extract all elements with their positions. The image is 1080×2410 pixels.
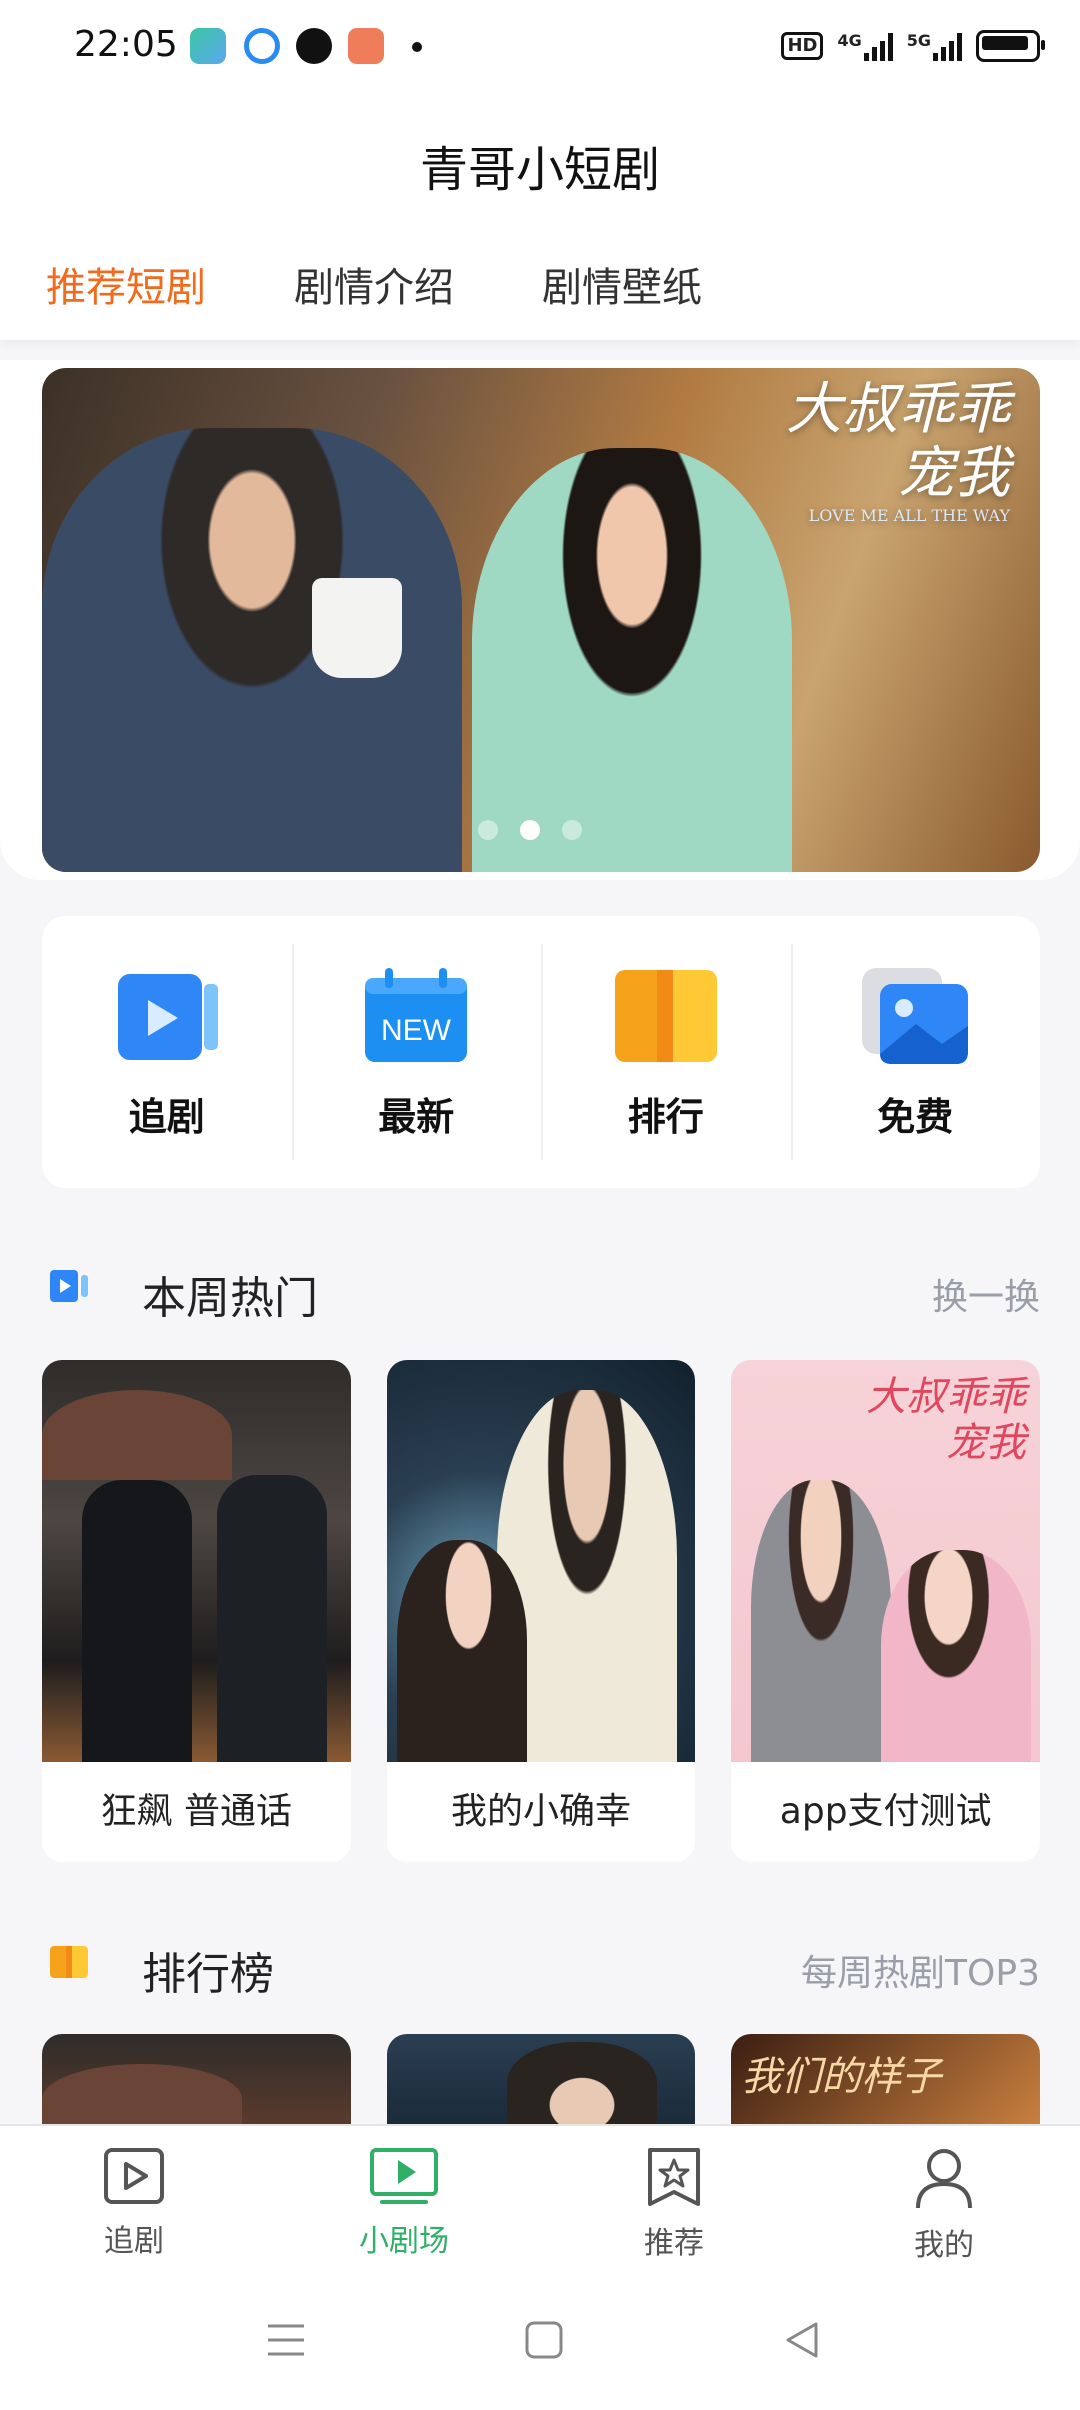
banner-person-image bbox=[472, 448, 792, 872]
quick-action-label: 最新 bbox=[378, 1095, 455, 1139]
tab-recommended[interactable]: 推荐短剧 bbox=[46, 255, 206, 313]
ranking-icon bbox=[614, 970, 717, 1062]
nav-label: 小剧场 bbox=[359, 2224, 449, 2259]
nav-label: 推荐 bbox=[644, 2226, 704, 2261]
wechat-icon bbox=[296, 28, 332, 64]
system-navigation-bar bbox=[0, 2310, 1080, 2370]
quick-action-free[interactable]: 免费 bbox=[790, 916, 1041, 1188]
quick-action-latest[interactable]: NEW 最新 bbox=[291, 916, 542, 1188]
tv-icon bbox=[370, 2148, 438, 2204]
signal-4g-icon: 4G bbox=[837, 31, 893, 61]
poster-title-line1: 大叔乖乖 bbox=[866, 1374, 1027, 1420]
person-image bbox=[751, 1480, 892, 1762]
banner-title: 大叔乖乖 宠我 LOVE ME ALL THE WAY bbox=[786, 378, 1010, 526]
drama-title: 我的小确幸 bbox=[451, 1791, 632, 1832]
nav-label: 我的 bbox=[914, 2228, 974, 2263]
drama-poster bbox=[386, 1360, 696, 1762]
person-image bbox=[881, 1550, 1032, 1762]
ranking-section-title: 排行榜 bbox=[142, 1949, 274, 2000]
back-icon[interactable] bbox=[782, 2320, 822, 2360]
ranking-section-icon bbox=[50, 1946, 88, 1978]
nav-recommend[interactable]: 推荐 bbox=[574, 2146, 774, 2262]
menu-icon[interactable] bbox=[266, 2320, 306, 2360]
poster-title-art: 我们的样子 bbox=[741, 2054, 942, 2100]
tab-wallpaper[interactable]: 剧情壁纸 bbox=[542, 255, 702, 313]
carousel-dot[interactable] bbox=[562, 820, 582, 840]
ranking-poster bbox=[386, 2034, 696, 2126]
person-image bbox=[217, 1475, 327, 1762]
drama-card[interactable]: 狂飙 普通话 bbox=[42, 1360, 351, 1862]
ranking-section-header: 排行榜 每周热剧TOP3 bbox=[42, 1922, 1040, 2002]
home-icon[interactable] bbox=[524, 2320, 564, 2360]
hot-section-header: 本周热门 换一换 bbox=[42, 1246, 1040, 1326]
person-image bbox=[506, 2042, 657, 2126]
drama-title: app支付测试 bbox=[779, 1791, 992, 1832]
carousel-dot-active[interactable] bbox=[520, 820, 540, 840]
signal-5g-icon: 5G bbox=[907, 31, 962, 61]
quick-action-follow[interactable]: 追剧 bbox=[42, 916, 292, 1188]
quick-actions: 追剧 NEW 最新 排行 免费 bbox=[42, 916, 1040, 1188]
quick-action-label: 追剧 bbox=[128, 1095, 205, 1139]
nav-label: 追剧 bbox=[104, 2224, 164, 2259]
tab-plot-intro[interactable]: 剧情介绍 bbox=[294, 255, 454, 313]
ranking-card[interactable] bbox=[42, 2034, 351, 2126]
status-time: 22:05 bbox=[74, 24, 178, 65]
browser-notification-icon bbox=[244, 28, 280, 64]
banner-cup-image bbox=[312, 578, 402, 678]
new-calendar-icon: NEW bbox=[365, 968, 468, 1062]
nav-theater[interactable]: 小剧场 bbox=[304, 2146, 504, 2260]
nav-profile[interactable]: 我的 bbox=[844, 2146, 1044, 2264]
person-image bbox=[396, 1540, 527, 1762]
ranking-card[interactable]: 我们的样子 bbox=[731, 2034, 1040, 2126]
new-badge-text: NEW bbox=[381, 1014, 452, 1047]
quick-action-ranking[interactable]: 排行 bbox=[541, 916, 791, 1188]
drama-poster: 大叔乖乖 宠我 bbox=[731, 1360, 1041, 1762]
banner-title-line1: 大叔乖乖 bbox=[786, 377, 1010, 442]
ranking-card[interactable] bbox=[386, 2034, 696, 2126]
carousel-dots bbox=[478, 820, 582, 840]
refresh-button[interactable]: 换一换 bbox=[932, 1268, 1040, 1320]
banner-title-line2: 宠我 bbox=[898, 441, 1010, 506]
drama-card[interactable]: 大叔乖乖 宠我 app支付测试 bbox=[731, 1360, 1041, 1862]
net-type-label: 5G bbox=[906, 31, 931, 50]
ranking-more-link[interactable]: 每周热剧TOP3 bbox=[801, 1944, 1040, 1996]
umbrella-image bbox=[42, 1390, 232, 1480]
drama-card[interactable]: 我的小确幸 bbox=[386, 1360, 696, 1862]
umbrella-image bbox=[42, 2064, 242, 2126]
app-title: 青哥小短剧 bbox=[419, 142, 660, 198]
gallery-icon bbox=[862, 968, 969, 1064]
person-image bbox=[82, 1480, 192, 1762]
hot-section-title: 本周热门 bbox=[142, 1273, 318, 1324]
drama-poster bbox=[42, 1360, 351, 1762]
net-type-label: 4G bbox=[837, 31, 862, 50]
nav-follow[interactable]: 追剧 bbox=[34, 2146, 234, 2260]
drama-title: 狂飙 普通话 bbox=[100, 1791, 293, 1832]
ranking-poster: 我们的样子 bbox=[731, 2034, 1040, 2126]
quick-action-label: 排行 bbox=[627, 1095, 704, 1139]
battery-icon bbox=[976, 30, 1045, 62]
status-indicators: HD 4G 5G bbox=[781, 30, 1045, 62]
carousel-dot[interactable] bbox=[478, 820, 498, 840]
hd-icon: HD bbox=[781, 32, 824, 60]
play-square-icon bbox=[104, 2148, 164, 2204]
banner-carousel[interactable]: 大叔乖乖 宠我 LOVE ME ALL THE WAY bbox=[42, 368, 1040, 872]
banner-subtitle: LOVE ME ALL THE WAY bbox=[808, 506, 1010, 525]
quick-action-label: 免费 bbox=[877, 1095, 954, 1139]
app-badge-icon bbox=[348, 28, 384, 64]
app-notification-icon bbox=[190, 28, 226, 64]
user-icon bbox=[916, 2149, 972, 2209]
star-bookmark-icon bbox=[648, 2148, 700, 2206]
hot-section-icon bbox=[50, 1270, 88, 1302]
ranking-poster bbox=[42, 2034, 351, 2126]
ranking-list: 我们的样子 bbox=[42, 2034, 1040, 2126]
more-notifications-icon bbox=[412, 42, 422, 52]
hot-list: 狂飙 普通话 我的小确幸 大叔乖乖 宠我 app支付测试 bbox=[42, 1360, 1041, 1862]
poster-title-art: 大叔乖乖 宠我 bbox=[866, 1374, 1026, 1466]
poster-title-line2: 宠我 bbox=[946, 1420, 1027, 1466]
tab-bar: 推荐短剧 剧情介绍 剧情壁纸 bbox=[46, 255, 702, 313]
status-bar: 22:05 HD 4G 5G bbox=[0, 0, 1080, 96]
play-video-icon bbox=[117, 974, 218, 1060]
